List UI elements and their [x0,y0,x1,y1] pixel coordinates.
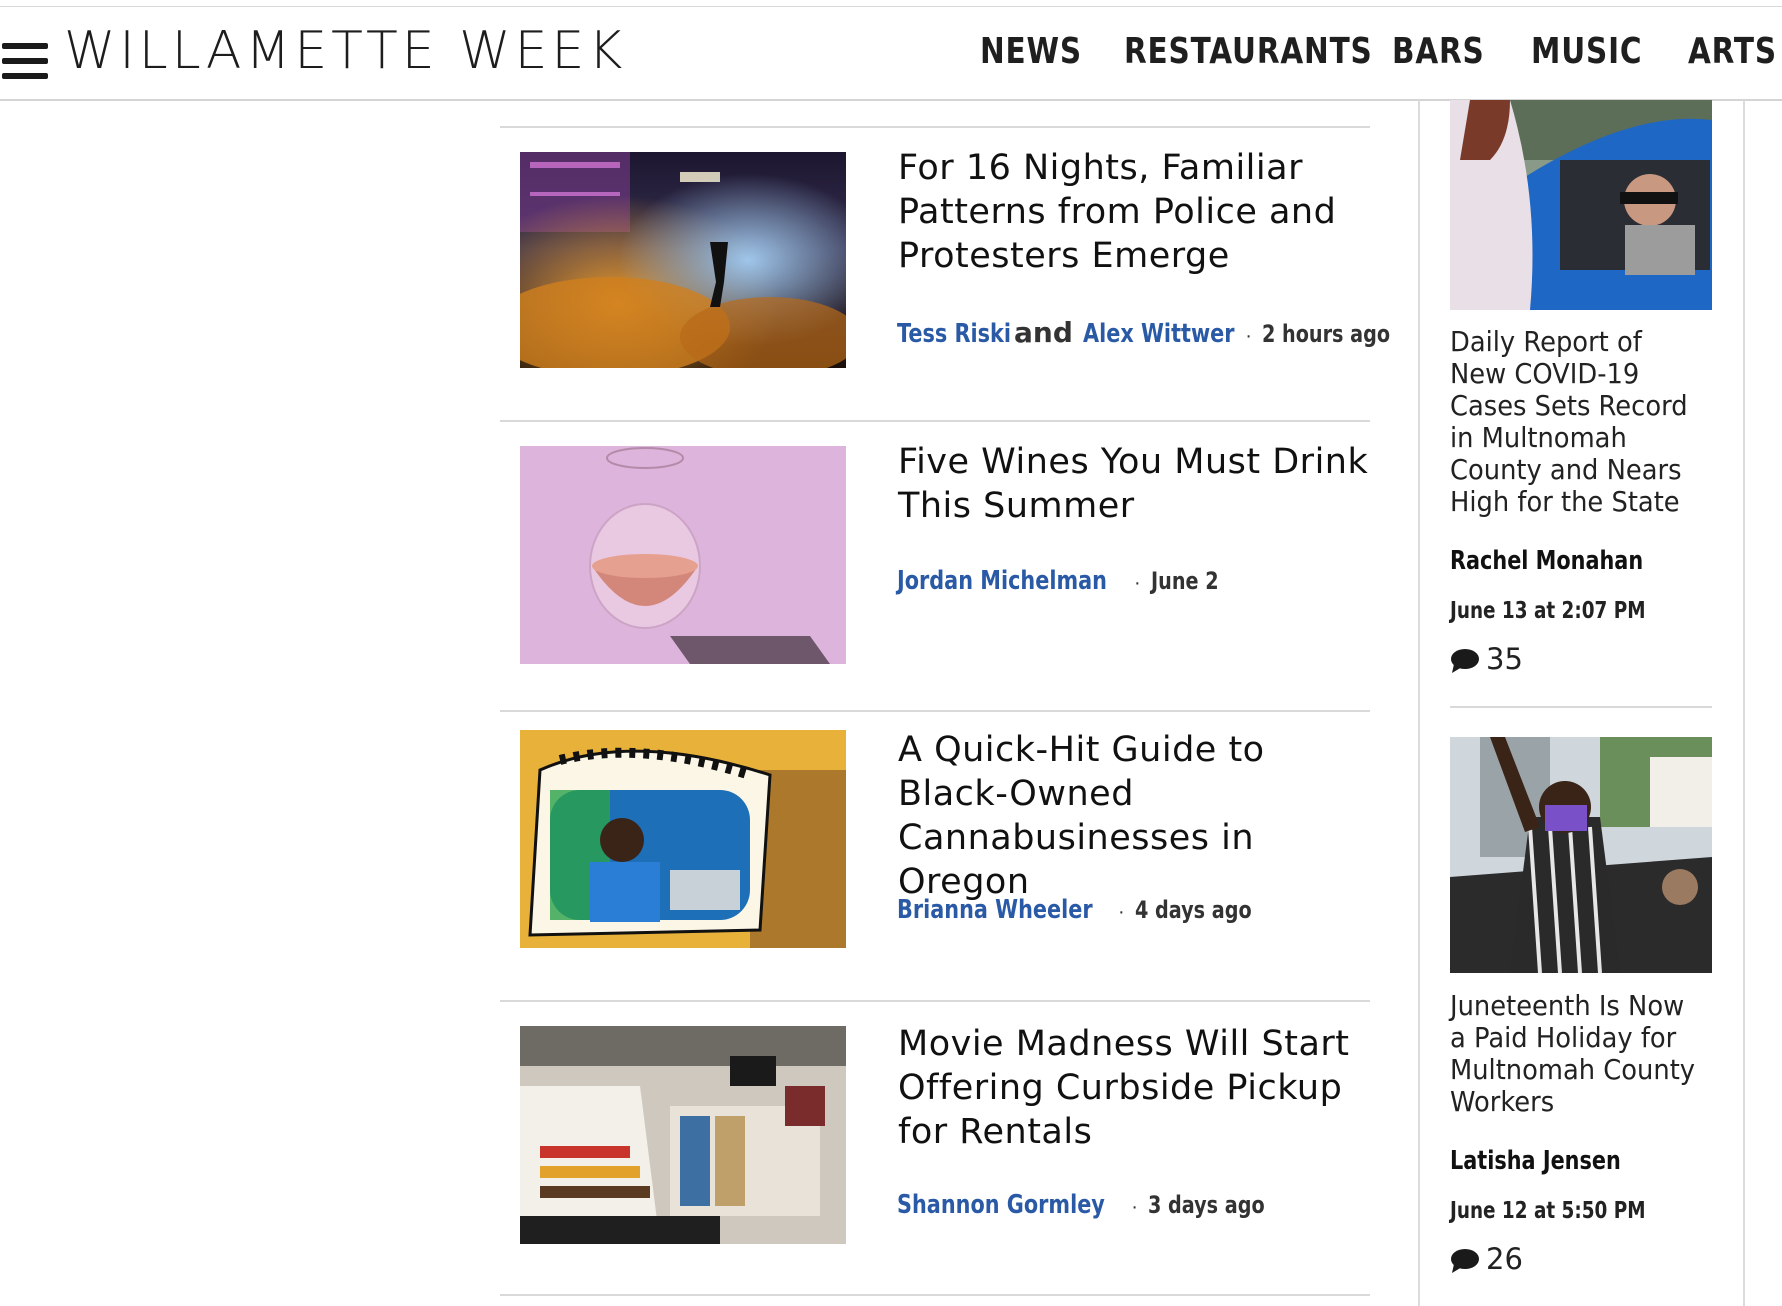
byline-separator: · [1245,325,1252,347]
sidebar-divider [1450,706,1712,708]
article-date: 4 days ago [1135,896,1252,924]
article-date: 2 hours ago [1262,320,1391,348]
sidebar-story-title[interactable]: Juneteenth Is Now a Paid Holiday for Mul… [1450,990,1698,1118]
comment-bubble-icon [1451,1249,1479,1273]
article-image-cannabis-shop[interactable] [520,730,846,948]
sidebar-story-author[interactable]: Rachel Monahan [1450,546,1643,576]
article-byline: Tess Riski and Alex Wittwer · 2 hours ag… [897,316,1422,350]
article-date: 3 days ago [1148,1191,1266,1219]
sidebar-story-author[interactable]: Latisha Jensen [1450,1146,1621,1176]
article-image-wine[interactable] [520,446,846,664]
site-logo[interactable]: WILLAMETTE WEEK [64,21,626,81]
comment-count: 35 [1486,642,1523,676]
byline-separator: · [1118,901,1125,923]
sidebar-border [1743,100,1745,1306]
article-byline: Jordan Michelman · June 2 [897,566,1236,600]
nav-item-arts[interactable]: ARTS [1688,31,1777,72]
author-link[interactable]: Tess Riski [897,319,1011,349]
article-headline[interactable]: For 16 Nights, Familiar Patterns from Po… [898,146,1378,278]
site-header: WILLAMETTE WEEK NEWS RESTAURANTS BARS MU… [0,7,1782,101]
sidebar-story-title[interactable]: Daily Report of New COVID-19 Cases Sets … [1450,326,1698,518]
comment-bubble-icon [1451,649,1479,673]
author-link[interactable]: Shannon Gormley [897,1190,1105,1220]
article-divider [500,710,1370,712]
sidebar-image-car[interactable] [1450,100,1712,310]
nav-item-news[interactable]: NEWS [980,31,1082,72]
sidebar-border [1418,100,1420,1306]
byline-separator: · [1131,1196,1138,1218]
byline-separator: · [1133,572,1141,594]
article-headline[interactable]: A Quick-Hit Guide to Black-Owned Cannabu… [898,728,1378,904]
article-divider [500,1000,1370,1002]
article-byline: Brianna Wheeler · 4 days ago [897,895,1281,929]
author-link[interactable]: Brianna Wheeler [897,895,1093,925]
nav-item-music[interactable]: MUSIC [1531,31,1642,72]
author-link[interactable]: Alex Wittwer [1083,319,1235,349]
article-headline[interactable]: Five Wines You Must Drink This Summer [898,440,1378,528]
article-image-video-store[interactable] [520,1026,846,1244]
comment-count: 26 [1486,1242,1523,1276]
nav-item-bars[interactable]: BARS [1392,31,1485,72]
article-byline: Shannon Gormley · 3 days ago [897,1190,1294,1224]
hamburger-menu-icon[interactable] [2,41,48,81]
article-divider [500,420,1370,422]
author-link[interactable]: Jordan Michelman [897,566,1107,596]
byline-and: and [1013,316,1073,349]
sidebar-story-date: June 12 at 5:50 PM [1450,1198,1646,1224]
article-divider [500,1294,1370,1296]
nav-item-restaurants[interactable]: RESTAURANTS [1124,31,1373,72]
article-date: June 2 [1151,567,1219,595]
sidebar-image-juneteenth[interactable] [1450,737,1712,973]
sidebar-story-date: June 13 at 2:07 PM [1450,598,1646,624]
article-divider [500,126,1370,128]
article-headline[interactable]: Movie Madness Will Start Offering Curbsi… [898,1022,1378,1154]
article-image-protest[interactable] [520,152,846,368]
